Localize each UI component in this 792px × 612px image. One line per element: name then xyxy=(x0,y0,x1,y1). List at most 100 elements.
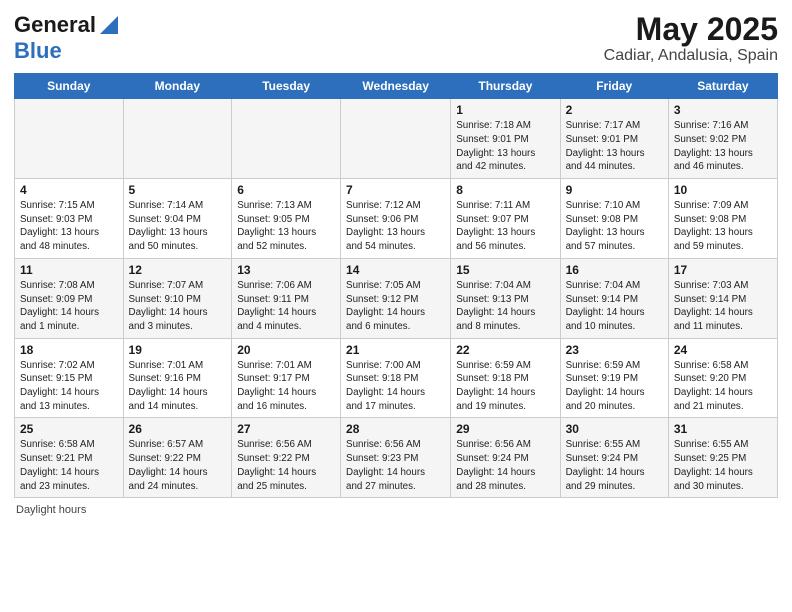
calendar-table: Sunday Monday Tuesday Wednesday Thursday… xyxy=(14,73,778,498)
cell-day-number: 19 xyxy=(129,343,227,357)
calendar-title: May 2025 xyxy=(604,12,778,47)
cell-day-number: 10 xyxy=(674,183,772,197)
cell-info-text: Sunrise: 6:55 AM Sunset: 9:24 PM Dayligh… xyxy=(566,438,663,493)
cell-info-text: Sunrise: 6:55 AM Sunset: 9:25 PM Dayligh… xyxy=(674,438,772,493)
cell-day-number: 17 xyxy=(674,263,772,277)
cell-day-number: 2 xyxy=(566,103,663,117)
cell-day-number: 12 xyxy=(129,263,227,277)
cell-day-number: 26 xyxy=(129,422,227,436)
cell-info-text: Sunrise: 7:17 AM Sunset: 9:01 PM Dayligh… xyxy=(566,119,663,174)
cell-day-number: 5 xyxy=(129,183,227,197)
col-tuesday: Tuesday xyxy=(232,74,341,99)
table-row: 19 Sunrise: 7:01 AM Sunset: 9:16 PM Dayli… xyxy=(123,338,232,418)
calendar-subtitle: Cadiar, Andalusia, Spain xyxy=(604,47,778,65)
table-row: 3 Sunrise: 7:16 AM Sunset: 9:02 PM Daylig… xyxy=(668,99,777,179)
cell-day-number: 11 xyxy=(20,263,118,277)
cell-info-text: Sunrise: 7:04 AM Sunset: 9:14 PM Dayligh… xyxy=(566,279,663,334)
cell-day-number: 3 xyxy=(674,103,772,117)
cell-day-number: 22 xyxy=(456,343,554,357)
cell-info-text: Sunrise: 7:01 AM Sunset: 9:16 PM Dayligh… xyxy=(129,359,227,414)
logo-general: General xyxy=(14,12,96,38)
week-row-3: 18 Sunrise: 7:02 AM Sunset: 9:15 PM Dayli… xyxy=(15,338,778,418)
logo-icon xyxy=(100,14,118,34)
table-row: 15 Sunrise: 7:04 AM Sunset: 9:13 PM Dayli… xyxy=(451,258,560,338)
cell-day-number: 25 xyxy=(20,422,118,436)
table-row: 14 Sunrise: 7:05 AM Sunset: 9:12 PM Dayli… xyxy=(341,258,451,338)
cell-info-text: Sunrise: 6:58 AM Sunset: 9:20 PM Dayligh… xyxy=(674,359,772,414)
table-row: 2 Sunrise: 7:17 AM Sunset: 9:01 PM Daylig… xyxy=(560,99,668,179)
table-row: 29Sunrise: 6:56 AM Sunset: 9:24 PM Dayli… xyxy=(451,418,560,498)
cell-info-text: Sunrise: 6:56 AM Sunset: 9:23 PM Dayligh… xyxy=(346,438,445,493)
table-row: 16Sunrise: 7:04 AM Sunset: 9:14 PM Dayli… xyxy=(560,258,668,338)
table-row: 10 Sunrise: 7:09 AM Sunset: 9:08 PM Dayli… xyxy=(668,179,777,259)
cell-day-number: 8 xyxy=(456,183,554,197)
week-row-4: 25Sunrise: 6:58 AM Sunset: 9:21 PM Dayli… xyxy=(15,418,778,498)
table-row xyxy=(341,99,451,179)
cell-info-text: Sunrise: 7:01 AM Sunset: 9:17 PM Dayligh… xyxy=(237,359,335,414)
col-saturday: Saturday xyxy=(668,74,777,99)
table-row: 26 Sunrise: 6:57 AM Sunset: 9:22 PM Dayli… xyxy=(123,418,232,498)
cell-info-text: Sunrise: 6:56 AM Sunset: 9:22 PM Dayligh… xyxy=(237,438,335,493)
cell-info-text: Sunrise: 7:10 AM Sunset: 9:08 PM Dayligh… xyxy=(566,199,663,254)
cell-day-number: 27 xyxy=(237,422,335,436)
table-row: 27 Sunrise: 6:56 AM Sunset: 9:22 PM Dayli… xyxy=(232,418,341,498)
cell-day-number: 7 xyxy=(346,183,445,197)
cell-day-number: 9 xyxy=(566,183,663,197)
cell-day-number: 24 xyxy=(674,343,772,357)
cell-info-text: Sunrise: 6:57 AM Sunset: 9:22 PM Dayligh… xyxy=(129,438,227,493)
table-row: 12 Sunrise: 7:07 AM Sunset: 9:10 PM Dayli… xyxy=(123,258,232,338)
col-thursday: Thursday xyxy=(451,74,560,99)
table-row xyxy=(123,99,232,179)
cell-info-text: Sunrise: 6:59 AM Sunset: 9:18 PM Dayligh… xyxy=(456,359,554,414)
cell-day-number: 14 xyxy=(346,263,445,277)
table-row: 11 Sunrise: 7:08 AM Sunset: 9:09 PM Dayli… xyxy=(15,258,124,338)
cell-info-text: Sunrise: 7:15 AM Sunset: 9:03 PM Dayligh… xyxy=(20,199,118,254)
cell-info-text: Sunrise: 6:56 AM Sunset: 9:24 PM Dayligh… xyxy=(456,438,554,493)
table-row: 4 Sunrise: 7:15 AM Sunset: 9:03 PM Daylig… xyxy=(15,179,124,259)
cell-day-number: 21 xyxy=(346,343,445,357)
table-row: 20 Sunrise: 7:01 AM Sunset: 9:17 PM Dayli… xyxy=(232,338,341,418)
title-block: May 2025 Cadiar, Andalusia, Spain xyxy=(604,12,778,65)
table-row xyxy=(15,99,124,179)
table-row: 5Sunrise: 7:14 AM Sunset: 9:04 PM Daylig… xyxy=(123,179,232,259)
table-row: 17Sunrise: 7:03 AM Sunset: 9:14 PM Dayli… xyxy=(668,258,777,338)
cell-day-number: 18 xyxy=(20,343,118,357)
cell-day-number: 15 xyxy=(456,263,554,277)
week-row-0: 1 Sunrise: 7:18 AM Sunset: 9:01 PM Daylig… xyxy=(15,99,778,179)
cell-info-text: Sunrise: 7:16 AM Sunset: 9:02 PM Dayligh… xyxy=(674,119,772,174)
cell-info-text: Sunrise: 7:18 AM Sunset: 9:01 PM Dayligh… xyxy=(456,119,554,174)
cell-info-text: Sunrise: 7:07 AM Sunset: 9:10 PM Dayligh… xyxy=(129,279,227,334)
footer-text: Daylight hours xyxy=(16,504,86,516)
table-row: 1 Sunrise: 7:18 AM Sunset: 9:01 PM Daylig… xyxy=(451,99,560,179)
table-row: 21Sunrise: 7:00 AM Sunset: 9:18 PM Dayli… xyxy=(341,338,451,418)
table-row: 8 Sunrise: 7:11 AM Sunset: 9:07 PM Daylig… xyxy=(451,179,560,259)
cell-day-number: 13 xyxy=(237,263,335,277)
cell-day-number: 30 xyxy=(566,422,663,436)
table-row: 13 Sunrise: 7:06 AM Sunset: 9:11 PM Dayli… xyxy=(232,258,341,338)
cell-day-number: 20 xyxy=(237,343,335,357)
cell-info-text: Sunrise: 7:08 AM Sunset: 9:09 PM Dayligh… xyxy=(20,279,118,334)
cell-info-text: Sunrise: 7:02 AM Sunset: 9:15 PM Dayligh… xyxy=(20,359,118,414)
cell-day-number: 4 xyxy=(20,183,118,197)
table-row: 22 Sunrise: 6:59 AM Sunset: 9:18 PM Dayli… xyxy=(451,338,560,418)
logo: General Blue xyxy=(14,12,118,64)
table-row: 7 Sunrise: 7:12 AM Sunset: 9:06 PM Daylig… xyxy=(341,179,451,259)
cell-info-text: Sunrise: 7:11 AM Sunset: 9:07 PM Dayligh… xyxy=(456,199,554,254)
cell-day-number: 1 xyxy=(456,103,554,117)
col-friday: Friday xyxy=(560,74,668,99)
table-row: 24 Sunrise: 6:58 AM Sunset: 9:20 PM Dayli… xyxy=(668,338,777,418)
table-row: 25Sunrise: 6:58 AM Sunset: 9:21 PM Dayli… xyxy=(15,418,124,498)
header-row: Sunday Monday Tuesday Wednesday Thursday… xyxy=(15,74,778,99)
cell-day-number: 31 xyxy=(674,422,772,436)
table-row: 23Sunrise: 6:59 AM Sunset: 9:19 PM Dayli… xyxy=(560,338,668,418)
table-row: 31 Sunrise: 6:55 AM Sunset: 9:25 PM Dayli… xyxy=(668,418,777,498)
cell-info-text: Sunrise: 7:05 AM Sunset: 9:12 PM Dayligh… xyxy=(346,279,445,334)
cell-info-text: Sunrise: 7:12 AM Sunset: 9:06 PM Dayligh… xyxy=(346,199,445,254)
week-row-2: 11 Sunrise: 7:08 AM Sunset: 9:09 PM Dayli… xyxy=(15,258,778,338)
cell-info-text: Sunrise: 7:06 AM Sunset: 9:11 PM Dayligh… xyxy=(237,279,335,334)
cell-info-text: Sunrise: 7:09 AM Sunset: 9:08 PM Dayligh… xyxy=(674,199,772,254)
table-row: 9 Sunrise: 7:10 AM Sunset: 9:08 PM Daylig… xyxy=(560,179,668,259)
cell-info-text: Sunrise: 6:59 AM Sunset: 9:19 PM Dayligh… xyxy=(566,359,663,414)
cell-day-number: 6 xyxy=(237,183,335,197)
cell-info-text: Sunrise: 7:04 AM Sunset: 9:13 PM Dayligh… xyxy=(456,279,554,334)
